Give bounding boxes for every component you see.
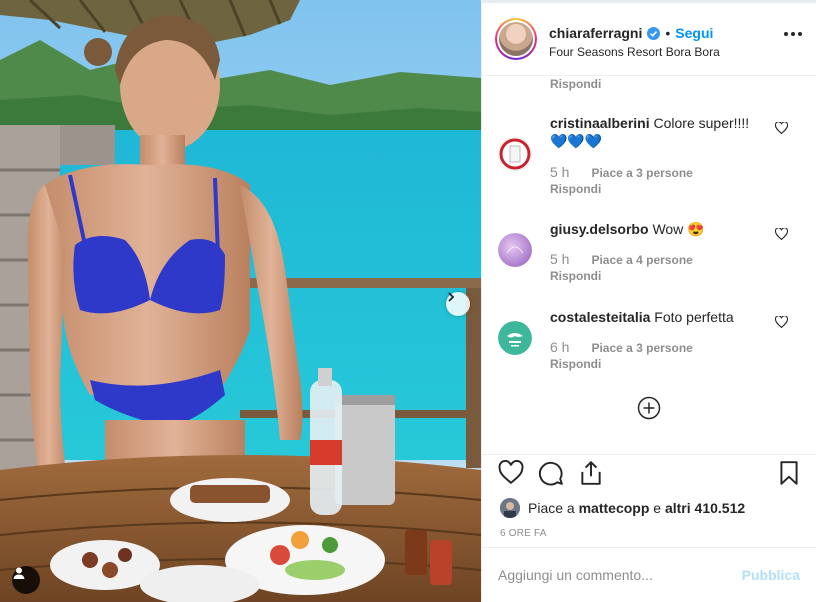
next-photo-button[interactable] xyxy=(446,292,470,316)
bookmark-icon[interactable] xyxy=(776,460,802,486)
more-options-icon[interactable] xyxy=(784,32,802,36)
post-header: chiaraferragni • Segui Four Seasons Reso… xyxy=(482,4,816,76)
author-username[interactable]: chiaraferragni xyxy=(549,25,642,41)
comment-likes[interactable]: Piace a 3 persone xyxy=(591,166,692,180)
user-icon xyxy=(13,567,25,579)
liker-username[interactable]: mattecopp xyxy=(579,500,650,516)
verified-badge-icon xyxy=(647,26,661,40)
reply-button[interactable]: Rispondi xyxy=(550,77,601,91)
comment-heart-icon[interactable] xyxy=(774,227,789,243)
post-image xyxy=(0,0,481,602)
commenter-avatar[interactable] xyxy=(498,233,532,267)
author-avatar[interactable] xyxy=(495,18,537,60)
reply-button[interactable]: Rispondi xyxy=(550,182,601,196)
comment-meta: 5 h Piace a 3 persone xyxy=(550,164,693,180)
comment-body: cristinaalberini Colore super!!!! 💙💙💙 xyxy=(550,114,770,150)
comment-heart-icon[interactable] xyxy=(774,315,789,331)
comment-time[interactable]: 6 h xyxy=(550,339,569,355)
post-details-panel: chiaraferragni • Segui Four Seasons Reso… xyxy=(481,0,816,602)
post-actions: Piace a mattecopp e altri 410.512 6 ORE … xyxy=(482,454,816,602)
comment-likes[interactable]: Piace a 4 persone xyxy=(591,253,692,267)
publish-button[interactable]: Pubblica xyxy=(742,567,800,583)
comment-time[interactable]: 5 h xyxy=(550,251,569,267)
comment-body: costalesteitalia Foto perfetta xyxy=(550,308,770,326)
chevron-right-icon xyxy=(448,292,455,302)
comment-item: costalesteitalia Foto perfetta 6 h Piace… xyxy=(482,308,816,392)
likes-others[interactable]: altri 410.512 xyxy=(665,500,745,516)
comment-meta: 5 h Piace a 4 persone xyxy=(550,251,693,267)
comment-text: Foto perfetta xyxy=(654,309,734,325)
follow-button[interactable]: Segui xyxy=(675,25,713,41)
comment-meta: 6 h Piace a 3 persone xyxy=(550,339,693,355)
like-heart-icon[interactable] xyxy=(498,459,524,486)
likes-prefix: Piace a xyxy=(528,500,575,516)
comment-bubble-icon[interactable] xyxy=(538,460,564,486)
top-divider xyxy=(482,0,816,3)
commenter-avatar[interactable] xyxy=(498,321,532,355)
comment-username[interactable]: costalesteitalia xyxy=(550,309,650,325)
reply-button[interactable]: Rispondi xyxy=(550,269,601,283)
comments-list[interactable]: Rispondi cristinaalberini Colore super!!… xyxy=(482,77,816,453)
location-link[interactable]: Four Seasons Resort Bora Bora xyxy=(549,45,720,59)
comment-time[interactable]: 5 h xyxy=(550,164,569,180)
comment-emoji: 💙💙💙 xyxy=(550,133,603,149)
comment-input[interactable] xyxy=(498,564,728,586)
post-timestamp[interactable]: 6 ORE FA xyxy=(500,528,547,539)
comment-username[interactable]: giusy.delsorbo xyxy=(550,221,649,237)
comment-text: Wow xyxy=(652,221,684,237)
liker-avatar[interactable] xyxy=(500,498,520,518)
likes-summary[interactable]: Piace a mattecopp e altri 410.512 xyxy=(500,498,745,518)
comment-body: giusy.delsorbo Wow 😍 xyxy=(550,220,770,238)
load-more-comments-icon[interactable] xyxy=(637,396,661,420)
comment-item: cristinaalberini Colore super!!!! 💙💙💙 5 … xyxy=(482,114,816,198)
commenter-avatar[interactable] xyxy=(498,137,532,171)
likes-connector: e xyxy=(653,500,662,516)
comment-username[interactable]: cristinaalberini xyxy=(550,115,650,131)
comment-likes[interactable]: Piace a 3 persone xyxy=(591,341,692,355)
tagged-users-button[interactable] xyxy=(12,566,40,594)
comment-composer: Pubblica xyxy=(482,547,816,602)
comment-heart-icon[interactable] xyxy=(774,121,789,137)
comment-text: Colore super!!!! xyxy=(653,115,750,131)
separator-dot: • xyxy=(665,25,671,41)
post-photo[interactable] xyxy=(0,0,481,602)
comment-emoji: 😍 xyxy=(687,221,705,237)
author-line: chiaraferragni • Segui xyxy=(549,25,713,41)
share-icon[interactable] xyxy=(578,460,604,486)
reply-button[interactable]: Rispondi xyxy=(550,357,601,371)
comment-item: giusy.delsorbo Wow 😍 5 h Piace a 4 perso… xyxy=(482,220,816,304)
